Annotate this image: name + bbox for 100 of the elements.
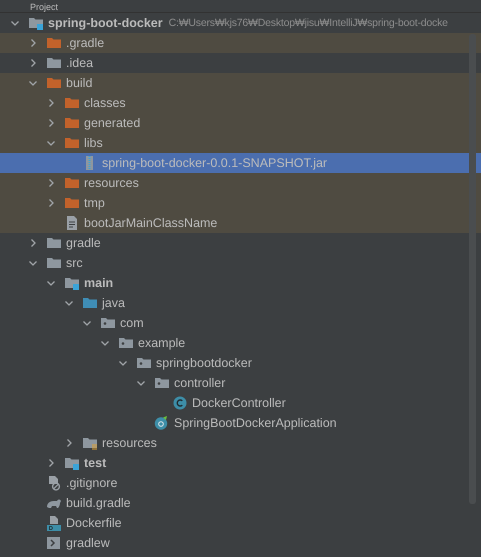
chevron-icon[interactable] — [10, 18, 20, 28]
tree-item-label: resources — [84, 176, 139, 190]
tree-item-label: test — [84, 456, 106, 470]
chevron-icon[interactable] — [46, 198, 56, 208]
chevron-icon[interactable] — [28, 38, 38, 48]
tree-item-label: com — [120, 316, 144, 330]
folder-icon — [64, 135, 80, 151]
tree-row[interactable]: resources — [0, 433, 481, 453]
folder-icon — [46, 75, 62, 91]
tree-item-label: SpringBootDockerApplication — [174, 416, 337, 430]
tree-row[interactable]: SpringBootDockerApplication — [0, 413, 481, 433]
tree-item-label: springbootdocker — [156, 356, 252, 370]
chevron-icon[interactable] — [28, 258, 38, 268]
tree-item-label: bootJarMainClassName — [84, 216, 218, 230]
tree-row[interactable]: resources — [0, 173, 481, 193]
tree-item-label: spring-boot-docker — [48, 16, 163, 30]
chevron-icon[interactable] — [28, 238, 38, 248]
panel-title: Project — [30, 2, 58, 12]
tree-item-label: main — [84, 276, 114, 290]
tree-row[interactable]: classes — [0, 93, 481, 113]
source-folder-icon — [82, 295, 98, 311]
tree-item-label: classes — [84, 96, 126, 110]
tree-row[interactable]: .idea — [0, 53, 481, 73]
module-folder-icon — [28, 15, 44, 31]
tree-row[interactable]: controller — [0, 373, 481, 393]
module-folder-icon — [64, 455, 80, 471]
tree-row[interactable]: spring-boot-docker C:₩Users₩kjs76₩Desktop₩jisu₩IntelliJ₩spring-boot-docke — [0, 13, 481, 33]
tree-item-label: .gradle — [66, 36, 104, 50]
tree-item-label: spring-boot-docker-0.0.1-SNAPSHOT.jar — [102, 156, 328, 170]
tree-item-label: Dockerfile — [66, 516, 122, 530]
chevron-icon[interactable] — [64, 298, 74, 308]
text-file-icon — [64, 215, 80, 231]
tree-item-label: generated — [84, 116, 140, 130]
tree-row[interactable]: .gitignore — [0, 473, 481, 493]
tree-row[interactable]: generated — [0, 113, 481, 133]
module-folder-icon — [64, 275, 80, 291]
package-icon — [100, 315, 116, 331]
folder-icon — [64, 195, 80, 211]
chevron-icon[interactable] — [100, 338, 110, 348]
tree-item-label: example — [138, 336, 186, 350]
tree-row[interactable]: .gradle — [0, 33, 481, 53]
folder-icon — [64, 95, 80, 111]
package-icon — [118, 335, 134, 351]
folder-icon — [46, 55, 62, 71]
tree-row[interactable]: tmp — [0, 193, 481, 213]
folder-icon — [64, 175, 80, 191]
tree-row[interactable]: com — [0, 313, 481, 333]
tree-item-label: .gitignore — [66, 476, 118, 490]
chevron-icon[interactable] — [28, 78, 38, 88]
chevron-icon[interactable] — [46, 178, 56, 188]
chevron-icon[interactable] — [46, 118, 56, 128]
tree-item-label: build — [66, 76, 92, 90]
tree-row[interactable]: Dockerfile — [0, 513, 481, 533]
dockerfile-icon — [46, 515, 62, 531]
chevron-icon[interactable] — [82, 318, 92, 328]
script-icon — [46, 535, 62, 551]
tree-item-label: .idea — [66, 56, 94, 70]
tree-item-label: controller — [174, 376, 226, 390]
tree-row[interactable]: libs — [0, 133, 481, 153]
scrollbar[interactable] — [469, 34, 476, 504]
tree-item-label: gradlew — [66, 536, 110, 550]
folder-icon — [46, 35, 62, 51]
tree-item-label: java — [102, 296, 125, 310]
application-icon — [154, 415, 170, 431]
chevron-icon[interactable] — [118, 358, 128, 368]
chevron-icon[interactable] — [46, 138, 56, 148]
package-icon — [154, 375, 170, 391]
ignore-file-icon — [46, 475, 62, 491]
tree-row[interactable]: springbootdocker — [0, 353, 481, 373]
tree-row[interactable]: test — [0, 453, 481, 473]
chevron-icon[interactable] — [46, 458, 56, 468]
chevron-icon[interactable] — [28, 58, 38, 68]
folder-icon — [46, 235, 62, 251]
tree-row[interactable]: gradle — [0, 233, 481, 253]
chevron-icon[interactable] — [64, 438, 74, 448]
tree-row[interactable]: DockerController — [0, 393, 481, 413]
tree-row[interactable]: gradlew — [0, 533, 481, 553]
tree-item-label: src — [66, 256, 83, 270]
tree-row[interactable]: bootJarMainClassName — [0, 213, 481, 233]
tree-row[interactable]: java — [0, 293, 481, 313]
tree-row[interactable]: build.gradle — [0, 493, 481, 513]
folder-icon — [46, 255, 62, 271]
chevron-icon[interactable] — [46, 278, 56, 288]
class-icon — [172, 395, 188, 411]
tree-item-label: build.gradle — [66, 496, 131, 510]
chevron-icon[interactable] — [136, 378, 146, 388]
project-path: C:₩Users₩kjs76₩Desktop₩jisu₩IntelliJ₩spring-boot-docke — [168, 17, 448, 29]
package-icon — [136, 355, 152, 371]
tree-row[interactable]: main — [0, 273, 481, 293]
resources-folder-icon — [82, 435, 98, 451]
tree-item-label: DockerController — [192, 396, 286, 410]
chevron-icon[interactable] — [46, 98, 56, 108]
tree-row[interactable]: example — [0, 333, 481, 353]
tree-item-label: gradle — [66, 236, 101, 250]
tree-item-label: tmp — [84, 196, 105, 210]
folder-icon — [64, 115, 80, 131]
tree-item-label: libs — [84, 136, 103, 150]
tree-row[interactable]: build — [0, 73, 481, 93]
tree-item-label: resources — [102, 436, 157, 450]
tree-row[interactable]: src — [0, 253, 481, 273]
